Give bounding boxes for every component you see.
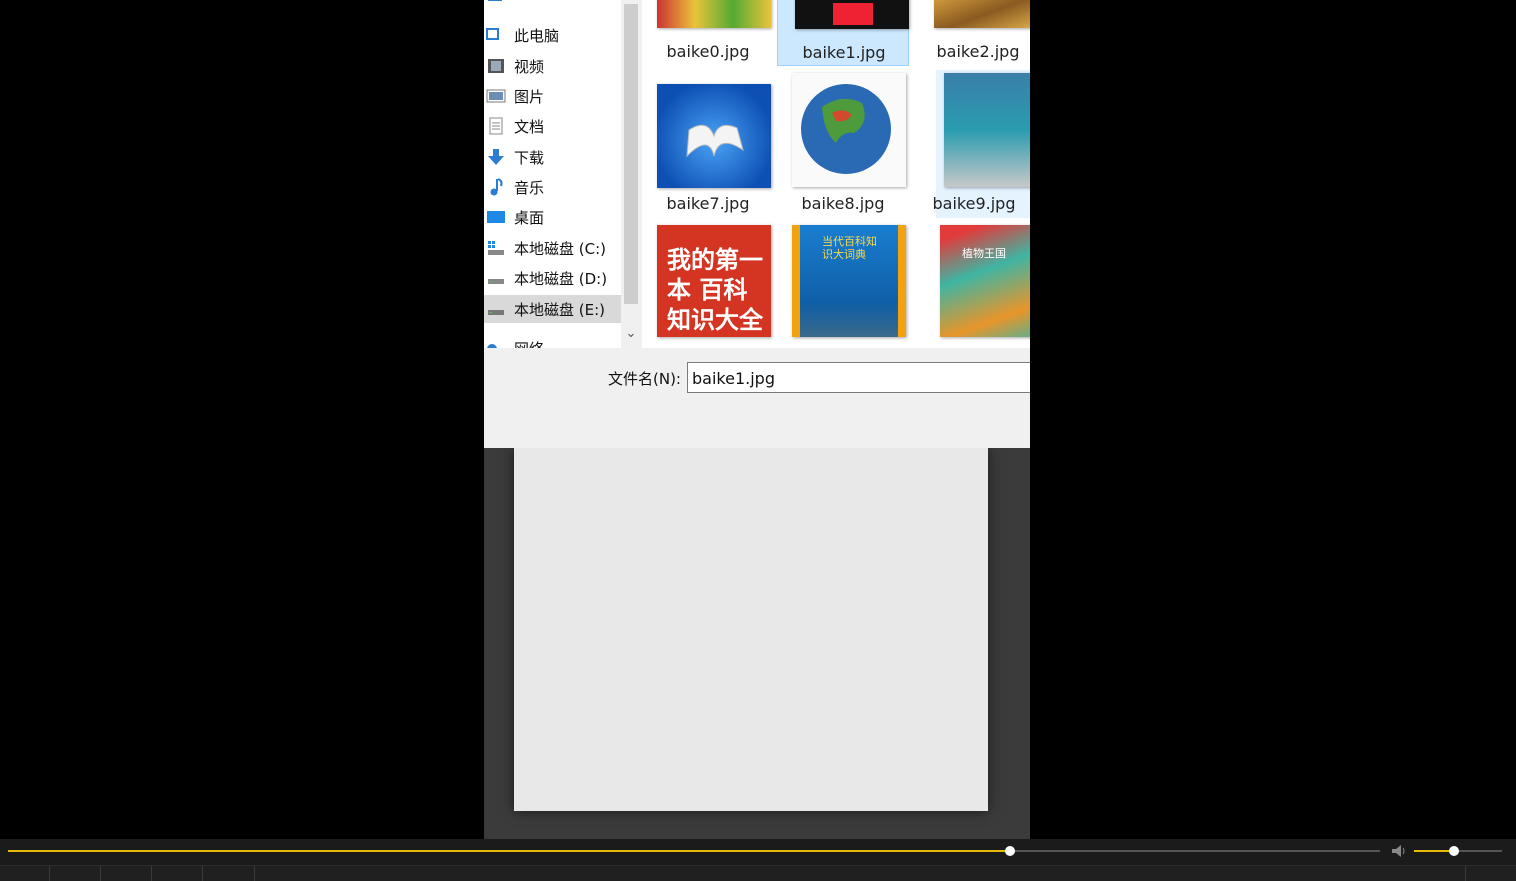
file-tile[interactable]: 当代百科知识大词典	[777, 220, 909, 348]
file-tile-baike8[interactable]: baike8.jpg	[777, 70, 909, 218]
nav-item-label: 本地磁盘 (E:)	[514, 300, 606, 319]
nav-item-label: 图片	[514, 87, 545, 106]
file-tile-baike2[interactable]: baike2.jpg	[912, 0, 1030, 68]
volume-icon[interactable]	[1390, 843, 1410, 859]
file-thumbnail: 当代百科知识大词典	[792, 225, 906, 337]
file-thumbnail	[795, 0, 909, 29]
nav-item-pictures[interactable]: 图片	[484, 82, 621, 110]
nav-item-desktop[interactable]: 桌面	[484, 203, 621, 231]
volume-track[interactable]	[1414, 846, 1502, 856]
file-name: baike2.jpg	[936, 42, 1020, 61]
pc-icon	[486, 26, 506, 44]
navigation-pane: 此电脑 视频 图片 文档 下载 音乐 桌面 本地磁盘 (C:) 本地磁盘 (D:…	[484, 0, 621, 348]
nav-scrollbar[interactable]: ⌄	[621, 0, 641, 348]
file-tile-baike9[interactable]: baike9.jpg	[933, 70, 1030, 218]
file-name: baike9.jpg	[932, 194, 1016, 213]
file-thumbnail	[657, 0, 771, 28]
nav-item-network[interactable]: 网络	[484, 334, 621, 348]
file-name: baike0.jpg	[666, 42, 750, 61]
nav-item-videos[interactable]: 视频	[484, 52, 621, 80]
toolbar-divider	[1464, 866, 1466, 881]
nav-item-drive-c[interactable]: 本地磁盘 (C:)	[484, 234, 621, 262]
nav-item-downloads[interactable]: 下载	[484, 143, 621, 171]
book-icon	[686, 124, 744, 158]
nav-item-label: 网络	[514, 338, 544, 349]
file-name: baike8.jpg	[801, 194, 885, 213]
nav-item-label: 视频	[514, 57, 545, 76]
nav-item-this-pc[interactable]: 此电脑	[484, 21, 621, 49]
toolbar-strip	[0, 865, 1516, 881]
nav-item-documents[interactable]: 文档	[484, 112, 621, 140]
file-name: baike1.jpg	[802, 43, 886, 62]
network-icon	[486, 339, 506, 348]
player-controls	[0, 839, 1516, 881]
file-thumbnail: 植物王国	[940, 225, 1030, 337]
file-name: baike7.jpg	[666, 194, 750, 213]
file-thumbnail	[934, 0, 1030, 28]
nav-item-label: 本地磁盘 (C:)	[514, 239, 606, 258]
file-grid: baike0.jpg baike1.jpg baike2.jpg baike7.…	[642, 0, 1030, 348]
video-icon	[486, 57, 506, 75]
progress-track[interactable]	[8, 846, 1380, 856]
file-tile[interactable]: 我的第一本 百科知识大全	[642, 220, 774, 348]
nav-item-label: 下载	[514, 148, 545, 167]
nav-scrollbar-thumb[interactable]	[624, 4, 638, 304]
chevron-down-icon[interactable]: ⌄	[623, 326, 639, 344]
filename-input[interactable]: baike1.jpg	[687, 362, 1030, 393]
music-icon	[486, 178, 506, 196]
file-thumbnail	[792, 73, 906, 187]
volume-handle[interactable]	[1448, 846, 1459, 856]
nav-item-drive-d[interactable]: 本地磁盘 (D:)	[484, 264, 621, 292]
file-thumbnail: 我的第一本 百科知识大全	[657, 225, 771, 337]
nav-item-drive-e[interactable]: 本地磁盘 (E:)	[484, 295, 621, 323]
pictures-icon	[486, 87, 506, 105]
open-file-dialog: 此电脑 视频 图片 文档 下载 音乐 桌面 本地磁盘 (C:) 本地磁盘 (D:…	[484, 0, 1030, 448]
book-cover-title: 当代百科知识大词典	[822, 235, 877, 261]
toolbar-segment[interactable]	[203, 866, 255, 881]
drive-icon	[486, 269, 506, 287]
drive-icon	[486, 239, 506, 257]
nav-item-label: 音乐	[514, 178, 545, 197]
desktop-icon	[486, 208, 506, 226]
book-cover-title: 我的第一本 百科知识大全	[667, 246, 763, 334]
toolbar-segment[interactable]	[50, 866, 101, 881]
file-tile[interactable]: 植物王国	[912, 220, 1030, 348]
nav-item-music[interactable]: 音乐	[484, 173, 621, 201]
nav-item-label: 本地磁盘 (D:)	[514, 269, 608, 288]
volume-fill	[1414, 850, 1454, 852]
book-cover-title: 植物王国	[962, 247, 1006, 260]
download-icon	[486, 148, 506, 166]
toolbar-segment[interactable]	[152, 866, 203, 881]
file-tile-baike7[interactable]: baike7.jpg	[642, 70, 774, 218]
documents-icon	[486, 117, 506, 135]
file-tile-baike0[interactable]: baike0.jpg	[642, 0, 774, 68]
globe-icon	[801, 84, 891, 174]
nav-item-cutoff[interactable]	[484, 0, 621, 12]
preview-page	[514, 448, 988, 811]
preview-area	[484, 448, 1030, 839]
toolbar-segment[interactable]	[101, 866, 152, 881]
filename-label: 文件名(N):	[608, 370, 681, 388]
drive-icon	[486, 0, 506, 7]
file-tile-baike1[interactable]: baike1.jpg	[777, 0, 909, 66]
progress-handle[interactable]	[1004, 846, 1015, 856]
toolbar-segment[interactable]	[0, 866, 50, 881]
drive-icon	[486, 300, 506, 318]
file-thumbnail	[657, 84, 771, 188]
progress-fill	[8, 850, 1010, 852]
nav-item-label: 此电脑	[514, 26, 560, 45]
nav-item-label: 桌面	[514, 208, 545, 227]
file-thumbnail	[944, 73, 1030, 187]
nav-item-label: 文档	[514, 117, 545, 136]
